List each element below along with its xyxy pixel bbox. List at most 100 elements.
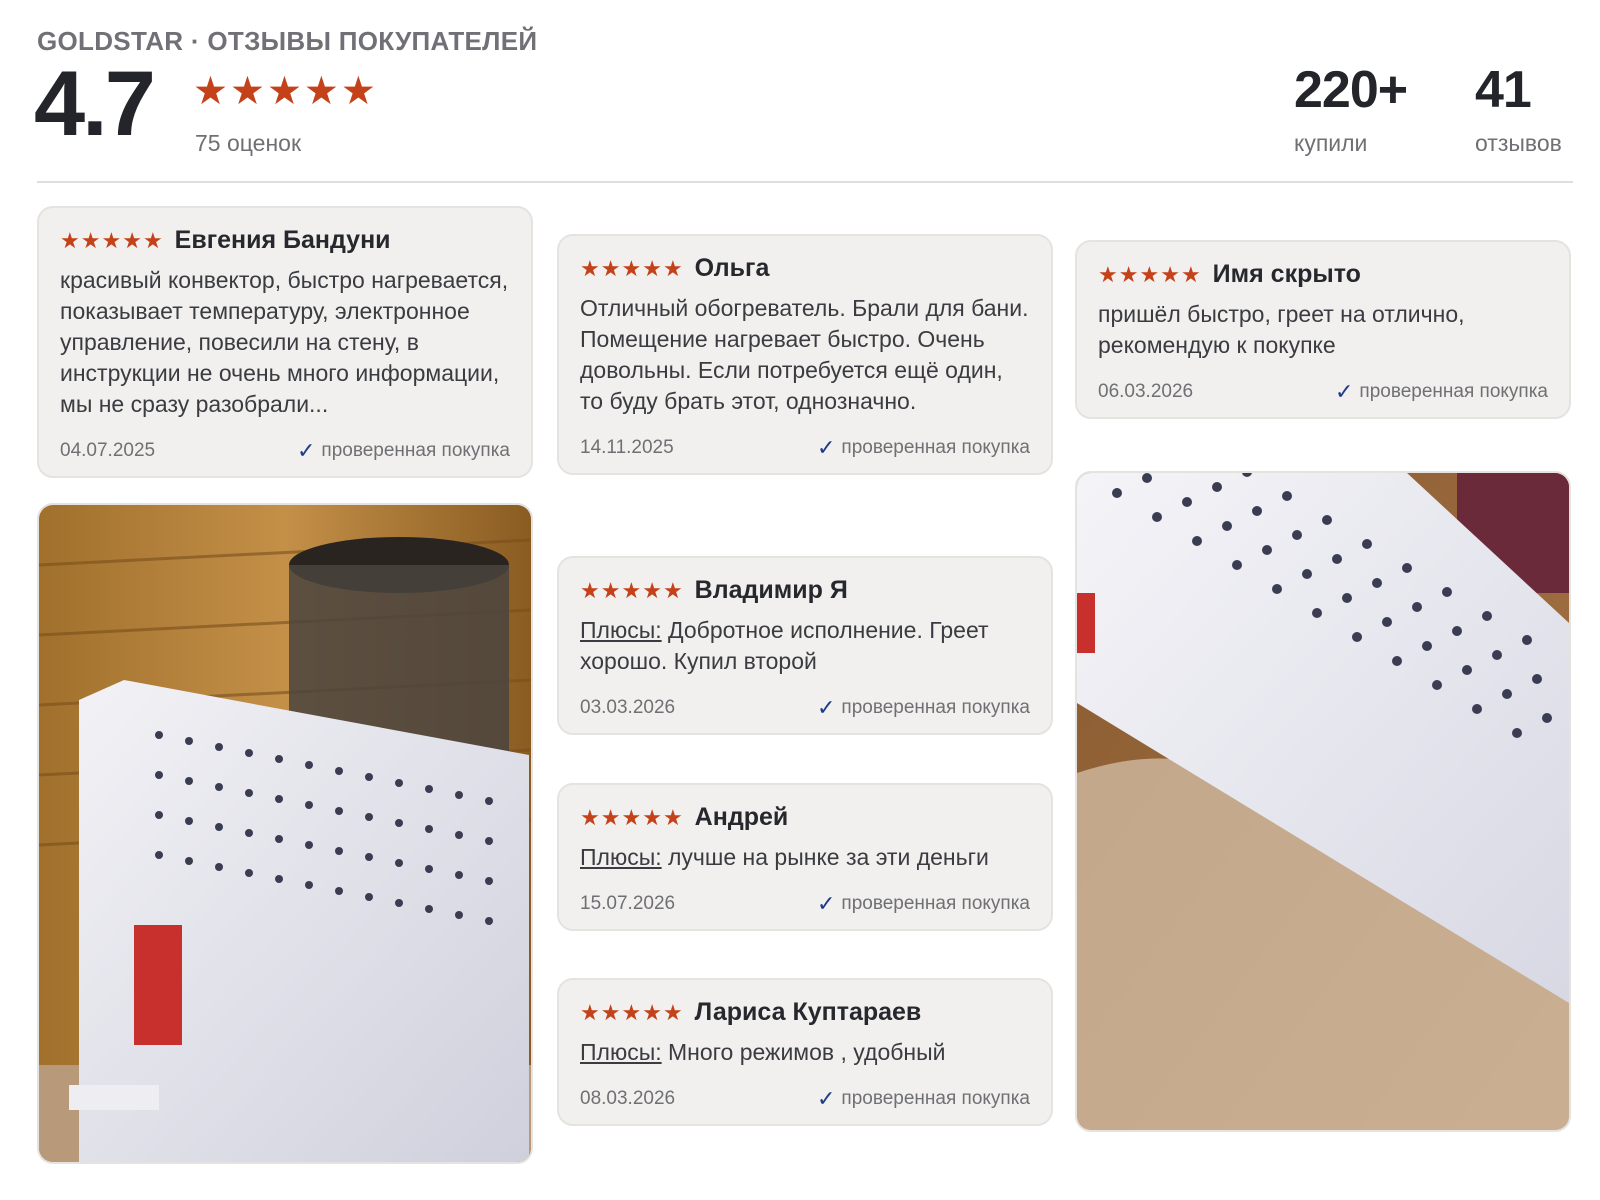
verified-badge: ✓ проверенная покупка xyxy=(297,440,510,462)
verified-label: проверенная покупка xyxy=(1359,381,1548,402)
check-icon: ✓ xyxy=(816,1086,836,1111)
check-icon: ✓ xyxy=(816,891,836,916)
review-text: Плюсы: лучше на рынке за эти деньги xyxy=(580,842,1030,873)
star-icon: ★ xyxy=(600,804,621,830)
star-icon: ★ xyxy=(266,70,302,113)
average-score: 4.7 xyxy=(34,53,156,155)
verified-badge: ✓ проверенная покупка xyxy=(817,697,1030,719)
review-stars: ★ ★ ★ ★ ★ xyxy=(1098,261,1201,287)
review-date: 03.03.2026 xyxy=(580,697,676,718)
plus-label: Плюсы: xyxy=(580,617,662,643)
review-card[interactable]: ★ ★ ★ ★ ★ Ольга Отличный обогреватель. Брали… xyxy=(557,234,1053,475)
star-icon: ★ xyxy=(662,577,683,603)
review-stars: ★ ★ ★ ★ ★ xyxy=(580,999,683,1025)
star-icon: ★ xyxy=(193,70,228,113)
rating-count: 75 оценок xyxy=(195,130,302,156)
star-icon: ★ xyxy=(621,999,642,1025)
star-icon: ★ xyxy=(642,577,662,603)
plus-label: Плюсы: xyxy=(580,1039,662,1065)
verified-label: проверенная покупка xyxy=(841,893,1030,914)
review-date: 14.11.2025 xyxy=(580,437,674,458)
check-icon: ✓ xyxy=(1334,379,1354,404)
star-icon: ★ xyxy=(303,70,339,113)
review-date: 08.03.2026 xyxy=(580,1088,676,1109)
star-icon: ★ xyxy=(662,255,683,281)
verified-badge: ✓ проверенная покупка xyxy=(1335,381,1548,403)
star-icon: ★ xyxy=(600,999,621,1025)
bought-stat: 220+ купили xyxy=(1294,61,1408,157)
star-icon: ★ xyxy=(580,804,600,830)
review-stars: ★ ★ ★ ★ ★ xyxy=(60,227,163,253)
star-icon: ★ xyxy=(1118,261,1139,287)
star-icon: ★ xyxy=(60,227,80,253)
bought-value: 220+ xyxy=(1294,61,1408,119)
review-stars: ★ ★ ★ ★ ★ xyxy=(580,255,683,281)
star-icon: ★ xyxy=(621,804,642,830)
star-icon: ★ xyxy=(642,999,662,1025)
star-icon: ★ xyxy=(142,227,163,253)
review-stars: ★ ★ ★ ★ ★ xyxy=(580,804,683,830)
verified-label: проверенная покупка xyxy=(841,1088,1030,1109)
star-icon: ★ xyxy=(642,255,662,281)
review-card[interactable]: ★ ★ ★ ★ ★ Евгения Бандуни красивый конвектор… xyxy=(37,206,533,478)
star-icon: ★ xyxy=(580,577,600,603)
review-text: Отличный обогреватель. Брали для бани. П… xyxy=(580,295,1029,414)
verified-badge: ✓ проверенная покупка xyxy=(817,437,1030,459)
review-text-body: лучше на рынке за эти деньги xyxy=(668,844,989,870)
verified-badge: ✓ проверенная покупка xyxy=(817,893,1030,915)
reviewer-name: Андрей xyxy=(694,803,789,831)
convector-photo-image xyxy=(39,505,531,1162)
plus-label: Плюсы: xyxy=(580,844,662,870)
review-text: Плюсы: Добротное исполнение. Греет хорош… xyxy=(580,615,1030,677)
star-icon: ★ xyxy=(662,999,683,1025)
review-card[interactable]: ★ ★ ★ ★ ★ Имя скрыто пришёл быстро, греет на… xyxy=(1075,240,1571,419)
star-icon: ★ xyxy=(600,255,621,281)
review-text-body: Много режимов , удобный xyxy=(668,1039,946,1065)
reviewer-name: Ольга xyxy=(694,254,770,282)
review-card[interactable]: ★ ★ ★ ★ ★ Андрей Плюсы: лучше на рынке за эт… xyxy=(557,783,1053,931)
star-icon: ★ xyxy=(600,577,621,603)
review-text: Плюсы: Много режимов , удобный xyxy=(580,1037,1030,1068)
check-icon: ✓ xyxy=(816,695,836,720)
check-icon: ✓ xyxy=(816,435,836,460)
review-stars: ★ ★ ★ ★ ★ xyxy=(580,577,683,603)
reviewer-name: Владимир Я xyxy=(694,576,848,604)
average-stars: ★ ★ ★ ★ ★ xyxy=(193,72,376,111)
reviewer-name: Имя скрыто xyxy=(1212,260,1361,288)
verified-label: проверенная покупка xyxy=(841,437,1030,458)
star-icon: ★ xyxy=(340,70,376,113)
star-icon: ★ xyxy=(662,804,683,830)
review-photo[interactable] xyxy=(37,503,533,1164)
review-text: пришёл быстро, греет на отлично, рекомен… xyxy=(1098,301,1465,358)
star-icon: ★ xyxy=(80,227,101,253)
review-date: 15.07.2026 xyxy=(580,893,676,914)
verified-badge: ✓ проверенная покупка xyxy=(817,1088,1030,1110)
star-icon: ★ xyxy=(621,577,642,603)
verified-label: проверенная покупка xyxy=(841,697,1030,718)
header-divider xyxy=(37,181,1573,183)
star-icon: ★ xyxy=(1139,261,1160,287)
star-icon: ★ xyxy=(1160,261,1180,287)
star-icon: ★ xyxy=(621,255,642,281)
reviewer-name: Евгения Бандуни xyxy=(174,226,391,254)
star-icon: ★ xyxy=(101,227,122,253)
reviews-stat: 41 отзывов xyxy=(1475,64,1562,157)
star-icon: ★ xyxy=(1098,261,1118,287)
star-icon: ★ xyxy=(580,255,600,281)
star-icon: ★ xyxy=(229,70,265,113)
reviews-label: отзывов xyxy=(1475,130,1562,156)
review-photo[interactable] xyxy=(1075,471,1571,1132)
check-icon: ✓ xyxy=(296,438,316,463)
star-icon: ★ xyxy=(122,227,142,253)
review-text: красивый конвектор, быстро нагревается, … xyxy=(60,267,509,417)
review-card[interactable]: ★ ★ ★ ★ ★ Лариса Куптараев Плюсы: Много режи… xyxy=(557,978,1053,1126)
review-date: 06.03.2026 xyxy=(1098,381,1194,402)
review-card[interactable]: ★ ★ ★ ★ ★ Владимир Я Плюсы: Добротное исполн… xyxy=(557,556,1053,735)
convector-photo-image xyxy=(1077,473,1569,1130)
reviews-value: 41 xyxy=(1475,61,1532,119)
bought-label: купили xyxy=(1294,130,1368,156)
star-icon: ★ xyxy=(642,804,662,830)
star-icon: ★ xyxy=(1180,261,1201,287)
verified-label: проверенная покупка xyxy=(321,440,510,461)
star-icon: ★ xyxy=(580,999,600,1025)
